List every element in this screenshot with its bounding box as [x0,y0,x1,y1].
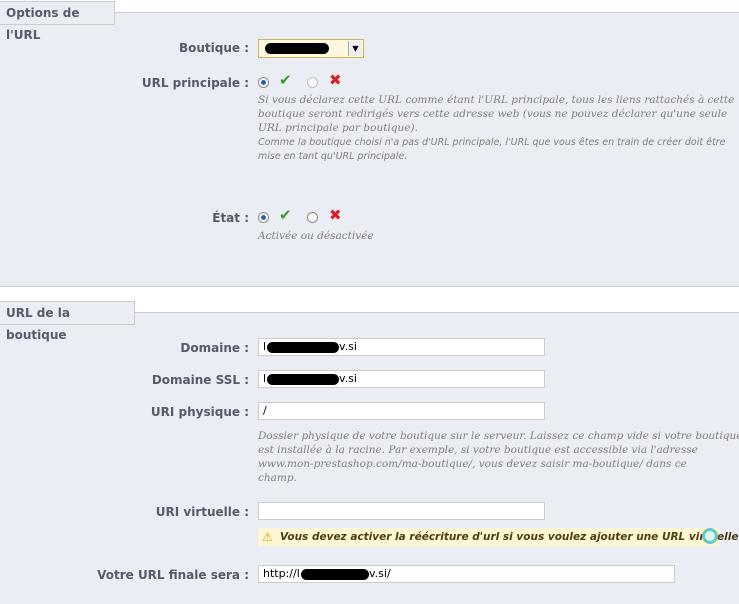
ssl-domain-label: Domaine SSL : [151,373,249,387]
main-url-yes-radio[interactable] [258,77,269,88]
redacted-value [265,43,329,54]
warning-icon: ⚠ [262,530,273,544]
virtual-uri-label: URI virtuelle : [155,505,249,519]
shop-url-legend: URL de la boutique [0,301,135,342]
main-url-note-line-2: mise en tant qu'URL principale. [258,151,408,162]
state-enabled-radio[interactable] [258,212,269,223]
chevron-down-icon[interactable]: ▼ [348,41,362,56]
redacted-value [267,374,339,385]
physical-uri-label: URI physique : [150,405,249,419]
physical-uri-hint-line-2: est installée à la racine. Par exemple, … [258,444,698,456]
check-icon: ✔ [279,206,292,224]
virtual-uri-input[interactable] [258,502,545,520]
final-url-label: Votre URL finale sera : [97,568,249,582]
loading-spinner-icon [702,528,718,544]
main-url-note-line-1: Comme la boutique choisi n'a pas d'URL p… [258,137,726,148]
rewrite-warning-text: Vous devez activer la réécriture d'url s… [280,531,739,543]
final-url-field: http://l v.si/ [258,565,675,583]
cross-icon: ✖ [329,71,342,89]
domain-input[interactable]: l v.si [258,338,545,356]
main-url-hint-line-1: Si vous déclarez cette URL comme étant l… [258,94,735,106]
physical-uri-hint-line-3: www.mon-prestashop.com/ma-boutique/, vou… [258,458,687,470]
state-label: État : [212,211,249,225]
state-disabled-radio[interactable] [307,212,318,223]
physical-uri-hint-line-4: champ. [258,472,297,484]
redacted-value [267,342,339,353]
redacted-value [301,569,369,580]
main-url-no-radio[interactable] [307,77,318,88]
state-hint: Activée ou désactivée [258,230,374,242]
ssl-value-start: l [263,372,267,385]
check-icon: ✔ [279,71,292,89]
shop-label: Boutique : [178,41,249,55]
main-url-hint-line-3: URL principale par boutique). [258,122,418,134]
domain-value-start: l [263,340,267,353]
final-url-value-start: http://l [263,567,300,580]
final-url-value-end: v.si/ [369,567,391,580]
cross-icon: ✖ [329,206,342,224]
domain-value-end: v.si [339,340,357,353]
ssl-domain-input[interactable]: l v.si [258,370,545,388]
main-url-hint-line-2: boutique seront redirigés vers cette adr… [258,108,728,120]
shop-select[interactable]: ▼ [258,39,364,58]
url-options-legend: Options de l'URL [0,1,115,42]
domain-label: Domaine : [180,341,249,355]
physical-uri-hint-line-1: Dossier physique de votre boutique sur l… [258,430,739,442]
rewrite-warning: ⚠ Vous devez activer la réécriture d'url… [258,528,738,546]
ssl-value-end: v.si [339,372,357,385]
physical-uri-input[interactable]: / [258,402,545,420]
main-url-label: URL principale : [141,76,249,90]
